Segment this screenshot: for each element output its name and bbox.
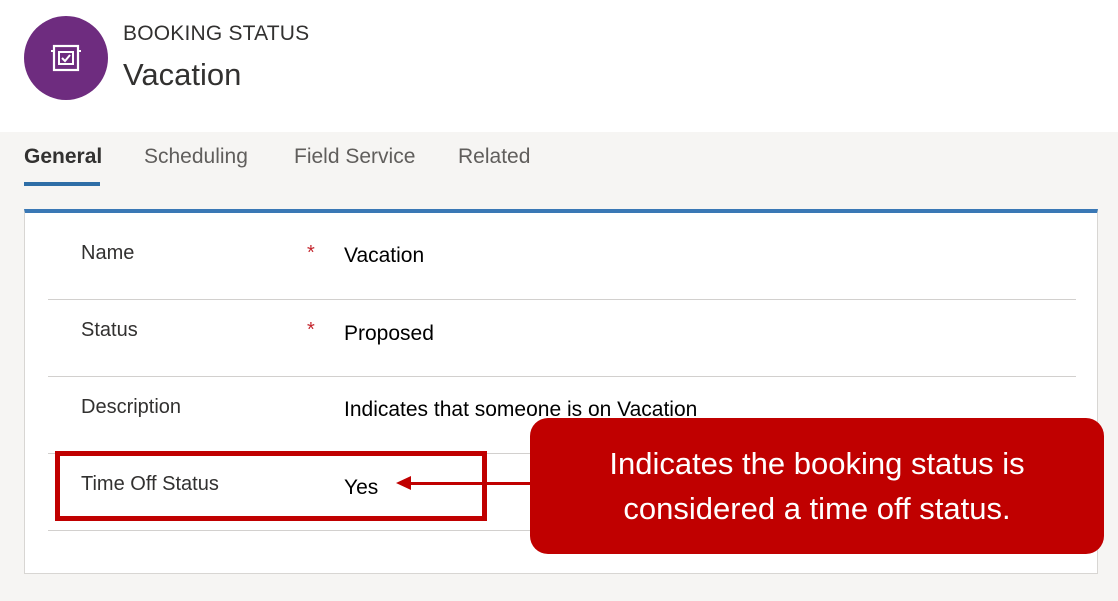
field-row-status: Status * Proposed — [48, 299, 1076, 377]
record-title: Vacation — [123, 57, 242, 92]
field-row-name: Name * Vacation — [48, 222, 1076, 300]
field-label-name: Name — [81, 242, 135, 264]
annotation-callout: Indicates the booking status is consider… — [530, 418, 1104, 554]
field-value-name[interactable]: Vacation — [344, 244, 424, 268]
booking-status-icon — [51, 44, 81, 72]
tab-general[interactable]: General — [24, 145, 102, 169]
annotation-arrow-head — [396, 476, 411, 490]
required-marker: * — [307, 242, 315, 264]
field-label-description: Description — [81, 396, 182, 418]
required-marker: * — [307, 319, 315, 341]
tab-related[interactable]: Related — [458, 145, 530, 169]
entity-type-label: BOOKING STATUS — [123, 22, 310, 45]
tab-field-service[interactable]: Field Service — [294, 145, 415, 169]
annotation-highlight-box — [55, 451, 487, 521]
entity-avatar — [24, 16, 108, 100]
annotation-arrow-line — [409, 482, 533, 485]
record-header: BOOKING STATUS Vacation — [0, 0, 1118, 132]
field-value-status[interactable]: Proposed — [344, 322, 434, 346]
tab-scheduling[interactable]: Scheduling — [144, 145, 248, 169]
field-label-status: Status — [81, 319, 138, 341]
active-tab-indicator — [24, 182, 100, 186]
